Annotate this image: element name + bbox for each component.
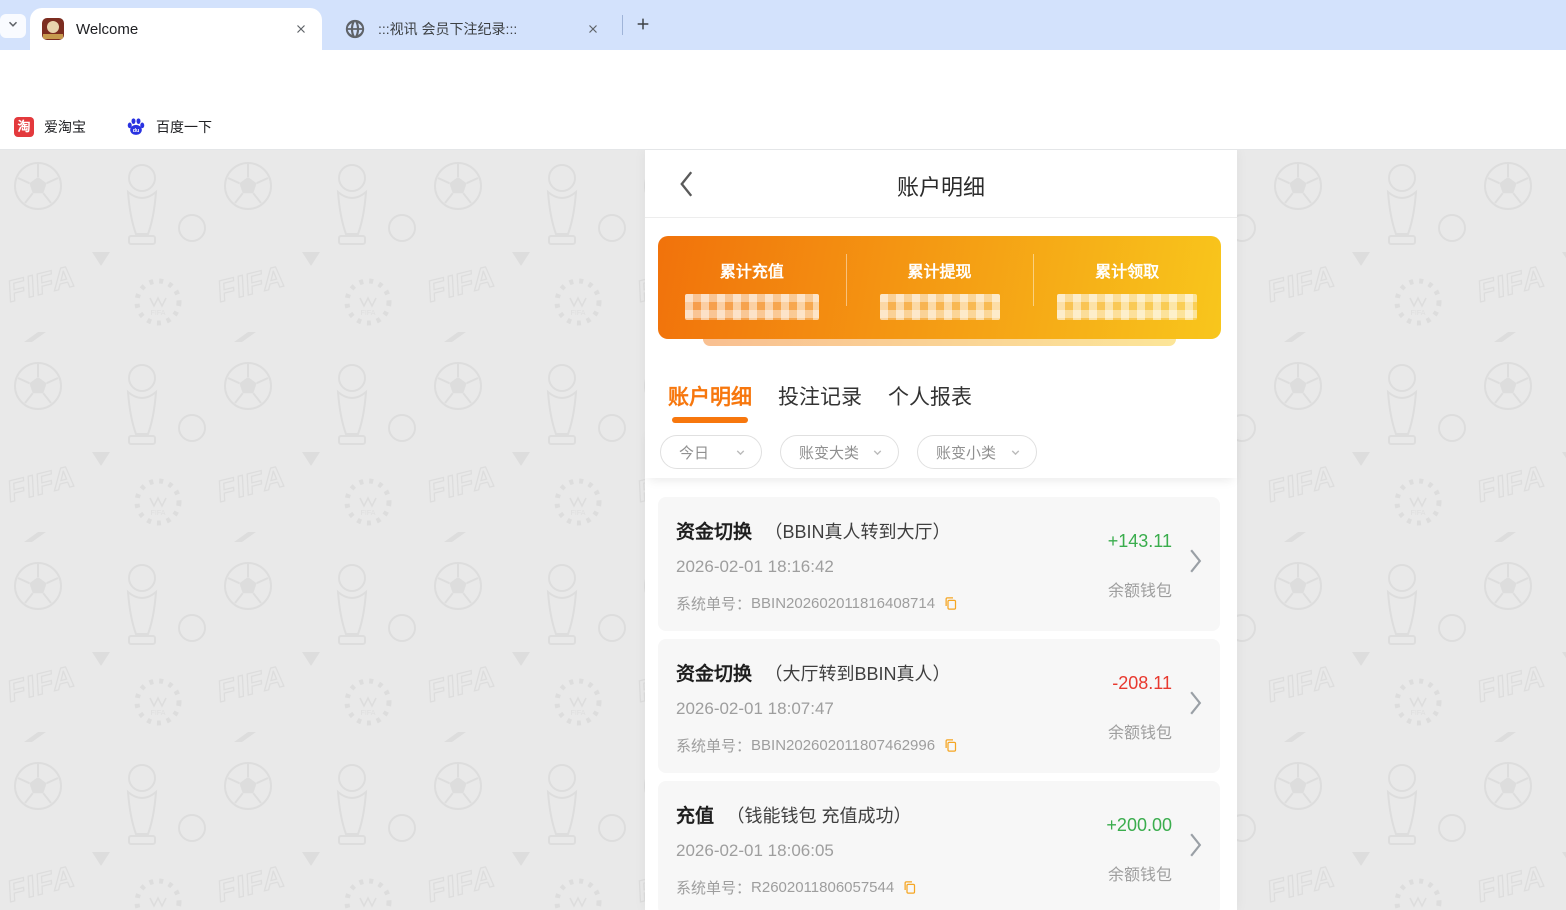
order-label: 系统单号： [676, 596, 752, 613]
content-column: 账户明细 累计充值 累计提现 累计领取 账户明细 投注记录 个人报表 今日 账变… [645, 150, 1237, 910]
stat-total-withdraw: 累计提现 [845, 236, 1034, 339]
record-order: 系统单号： BBIN202602011816408714 [676, 593, 958, 614]
filter-category-dropdown[interactable]: 账变大类 [780, 435, 899, 469]
record-detail: （钱能钱包 充值成功） [726, 806, 912, 826]
close-icon[interactable] [584, 20, 602, 38]
tab-divider [622, 15, 623, 35]
stat-label: 累计领取 [1095, 264, 1160, 281]
active-tab-underline [672, 417, 748, 423]
stats-card: 累计充值 累计提现 累计领取 [658, 236, 1221, 339]
baidu-paw-icon: du [126, 117, 146, 137]
record-detail: （大厅转到BBIN真人） [764, 664, 951, 684]
stat-value-blurred [1057, 294, 1198, 320]
filter-label: 账变小类 [936, 444, 997, 462]
globe-icon [344, 18, 366, 40]
taobao-icon: 淘 [14, 117, 34, 137]
new-tab-button[interactable] [630, 13, 656, 39]
tab-account-detail[interactable]: 账户明细 [668, 381, 752, 411]
tab-title: :::视讯 会员下注纪录::: [378, 21, 518, 37]
record-order: 系统单号： BBIN202602011807462996 [676, 735, 958, 756]
casino-favicon-icon [42, 18, 64, 40]
chevron-down-icon [736, 449, 745, 455]
browser-toolbar: 175616.cc/reports/index?tab=0 [0, 50, 1566, 147]
stats-card-shadow [703, 339, 1176, 346]
list-item[interactable]: 资金切换 （BBIN真人转到大厅） 2026-02-01 18:16:42 系统… [658, 497, 1220, 631]
bookmark-label: 爱淘宝 [44, 119, 86, 135]
record-time: 2026-02-01 18:16:42 [676, 557, 834, 576]
tab-title: Welcome [76, 20, 139, 38]
stat-value-blurred [879, 294, 1000, 320]
browser-tab-welcome[interactable]: Welcome [30, 8, 322, 50]
bookmarks-bar: 淘 爱淘宝 du 百度一下 [0, 105, 1566, 150]
filter-label: 账变大类 [799, 444, 860, 462]
record-detail: （BBIN真人转到大厅） [764, 522, 951, 542]
filter-bar: 今日 账变大类 账变小类 [645, 426, 1237, 478]
stat-label: 累计充值 [719, 264, 784, 281]
browser-tab-records[interactable]: :::视讯 会员下注纪录::: [332, 8, 614, 50]
record-list: 资金切换 （BBIN真人转到大厅） 2026-02-01 18:16:42 系统… [645, 478, 1237, 910]
screen: Welcome :::视讯 会员下注纪录::: 淘 爱淘宝 du 百度一下 账户… [0, 0, 1566, 910]
bookmark-label: 百度一下 [156, 119, 212, 135]
record-amount: +143.11 [1107, 531, 1172, 551]
record-time: 2026-02-01 18:07:47 [676, 699, 834, 718]
page-title: 账户明细 [896, 175, 985, 200]
copy-icon[interactable] [943, 738, 958, 753]
record-order: 系统单号： R2602011806057544 [676, 877, 917, 898]
record-type: 资金切换 [676, 522, 753, 543]
stat-value-blurred [684, 294, 819, 320]
bookmark-aitaobao[interactable]: 淘 爱淘宝 [8, 112, 92, 142]
record-title: 资金切换 （大厅转到BBIN真人） [676, 659, 950, 686]
record-type: 资金切换 [676, 664, 753, 685]
stat-total-deposit: 累计充值 [658, 236, 846, 339]
record-wallet: 余额钱包 [1107, 725, 1172, 742]
order-number: BBIN202602011816408714 [751, 595, 936, 612]
record-wallet: 余额钱包 [1107, 867, 1172, 884]
order-number: R2602011806057544 [751, 879, 895, 896]
chevron-down-icon [1011, 449, 1020, 455]
svg-text:du: du [133, 128, 140, 134]
record-title: 充值 （钱能钱包 充值成功） [676, 801, 911, 828]
chevron-right-icon[interactable] [1189, 691, 1202, 720]
webpage-viewport: FIFA FIFA [0, 150, 1566, 910]
tab-personal-report[interactable]: 个人报表 [888, 381, 972, 411]
browser-tabstrip: Welcome :::视讯 会员下注纪录::: [0, 0, 1566, 50]
filter-label: 今日 [679, 444, 710, 462]
list-item[interactable]: 资金切换 （大厅转到BBIN真人） 2026-02-01 18:07:47 系统… [658, 639, 1220, 773]
stat-label: 累计提现 [907, 264, 972, 281]
record-amount: -208.11 [1112, 673, 1172, 693]
bookmark-baidu[interactable]: du 百度一下 [120, 112, 218, 142]
chevron-right-icon[interactable] [1189, 549, 1202, 578]
copy-icon[interactable] [902, 880, 917, 895]
filter-date-dropdown[interactable]: 今日 [660, 435, 762, 469]
filter-subcategory-dropdown[interactable]: 账变小类 [917, 435, 1037, 469]
report-tabs: 账户明细 投注记录 个人报表 [645, 366, 1237, 426]
tab-bet-records[interactable]: 投注记录 [778, 381, 862, 411]
record-type: 充值 [676, 806, 715, 827]
page-header: 账户明细 [645, 150, 1237, 218]
order-number: BBIN202602011807462996 [751, 737, 936, 754]
copy-icon[interactable] [943, 596, 958, 611]
order-label: 系统单号： [676, 738, 752, 755]
chevron-down-icon [873, 449, 882, 455]
record-time: 2026-02-01 18:06:05 [676, 841, 834, 860]
stat-total-claimed: 累计领取 [1033, 236, 1221, 339]
record-title: 资金切换 （BBIN真人转到大厅） [676, 517, 950, 544]
plus-icon [635, 16, 651, 37]
record-wallet: 余额钱包 [1107, 583, 1172, 600]
list-item[interactable]: 充值 （钱能钱包 充值成功） 2026-02-01 18:06:05 系统单号：… [658, 781, 1220, 910]
tab-list-chevron[interactable] [0, 14, 26, 38]
chevron-down-icon [6, 17, 20, 36]
record-amount: +200.00 [1106, 815, 1172, 835]
close-icon[interactable] [292, 20, 310, 38]
chevron-right-icon[interactable] [1189, 833, 1202, 862]
order-label: 系统单号： [676, 880, 752, 897]
